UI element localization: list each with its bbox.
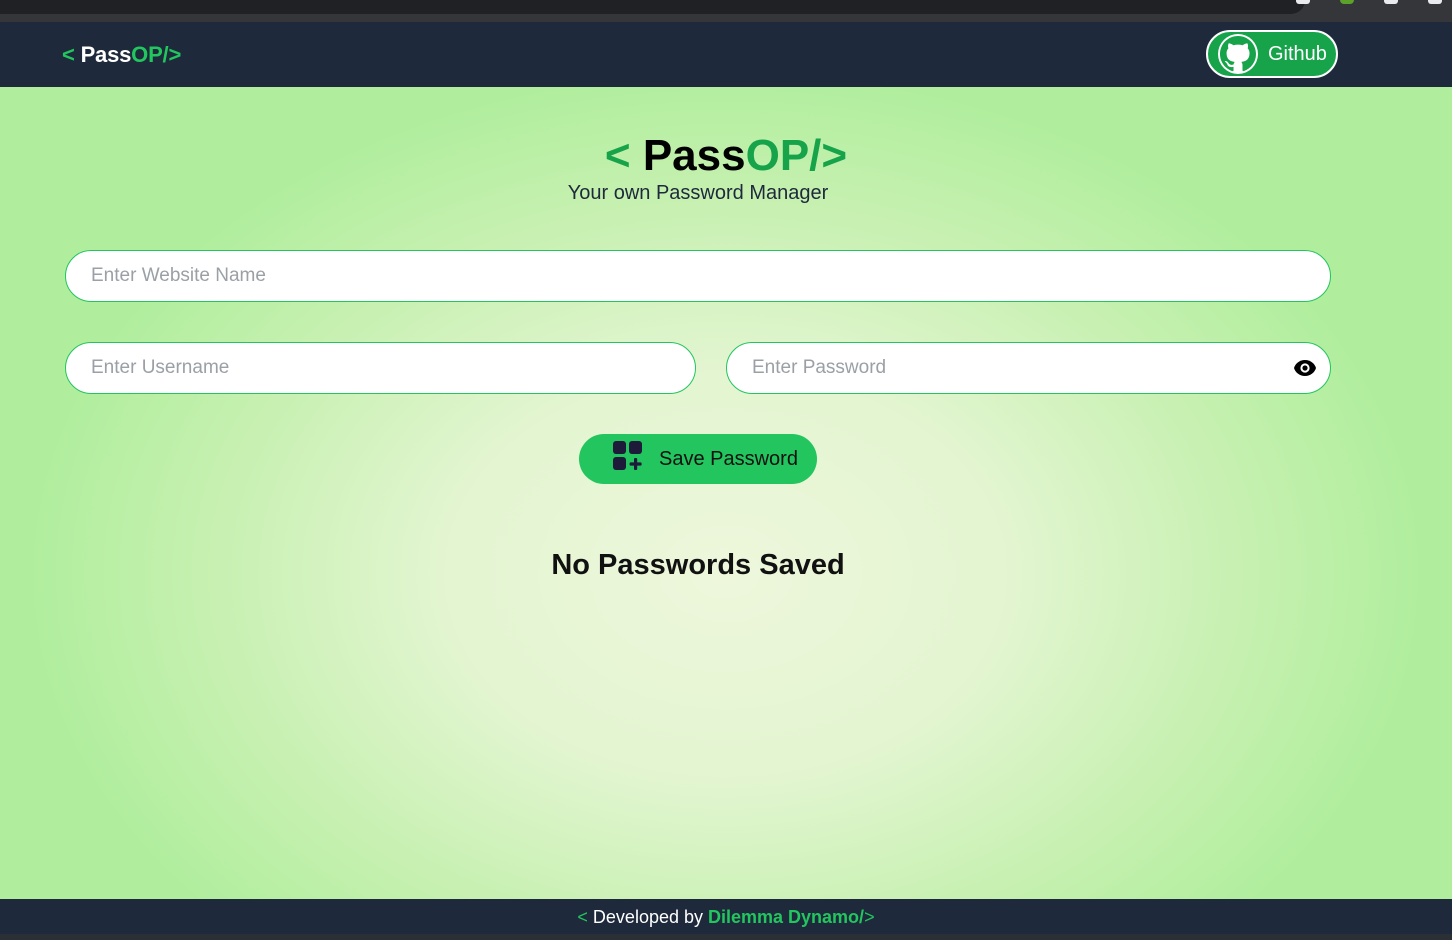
menu-icon[interactable] [1428,0,1442,4]
footer-developed-by: Developed by [592,907,708,927]
browser-extension-icons [1296,0,1442,6]
logo-op-text: OP/ [131,42,169,67]
extension-icon[interactable] [1340,0,1354,4]
title-open-bracket: < [604,131,643,180]
save-password-button[interactable]: Save Password [579,434,817,484]
github-button[interactable]: Github [1206,30,1338,78]
save-password-label: Save Password [659,447,798,470]
bottom-strip [0,934,1452,940]
username-input[interactable] [65,342,696,394]
github-label: Github [1268,42,1327,65]
profile-icon[interactable] [1384,0,1398,4]
navbar: < PassOP/> Github [0,22,1452,87]
logo-pass-text: Pass [80,42,132,67]
browser-chrome-strip [0,0,1452,22]
eye-icon[interactable] [1293,359,1317,377]
password-input[interactable] [726,342,1331,394]
footer-open-bracket: < [577,907,593,927]
footer-close-bracket: > [864,907,875,927]
logo-close-bracket: > [168,42,182,67]
logo-open-bracket: < [62,42,81,67]
nav-logo[interactable]: < PassOP/> [62,42,181,68]
footer-developer-name: Dilemma Dynamo/ [708,907,865,927]
github-icon [1218,34,1258,74]
title-pass-text: Pass [642,131,746,180]
footer: < Developed by Dilemma Dynamo/> [0,899,1452,934]
browser-tab-bar [0,0,1305,14]
add-grid-icon [613,441,645,477]
title-close-bracket: > [821,131,848,180]
page-subtitle: Your own Password Manager [567,182,829,204]
page-title: < PassOP/> [0,131,1452,181]
no-passwords-message: No Passwords Saved [551,549,845,581]
title-op-text: OP/ [745,131,822,180]
website-input[interactable] [65,250,1331,302]
main-content: < PassOP/> Your own Password Manager Sav… [0,87,1452,899]
star-icon[interactable] [1296,0,1310,4]
